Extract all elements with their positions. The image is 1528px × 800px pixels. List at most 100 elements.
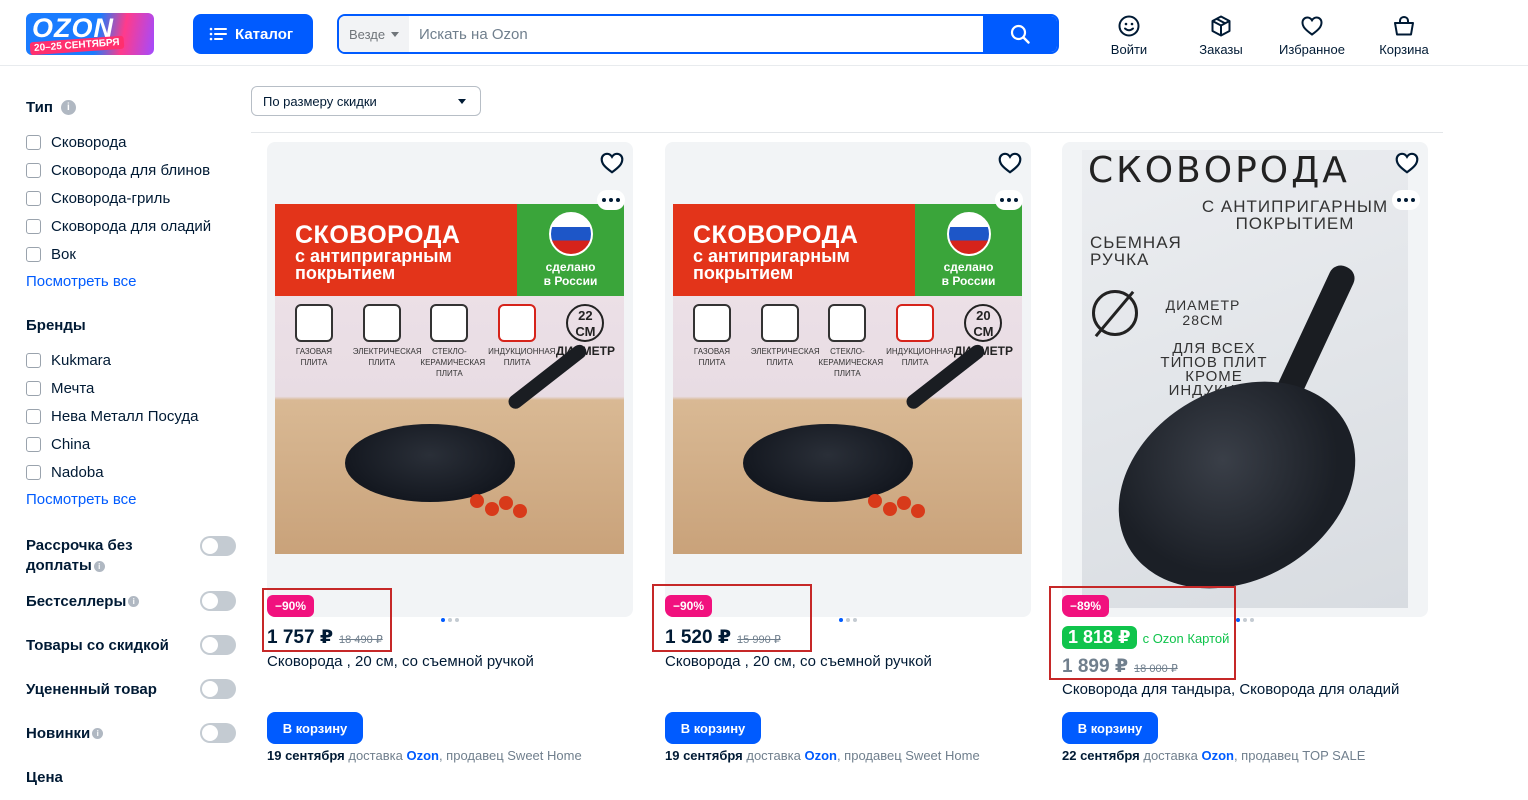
highlight-box — [1049, 586, 1236, 680]
price-title-label: Цена — [26, 768, 63, 786]
delivery-date: 22 сентября — [1062, 748, 1140, 763]
checkbox[interactable] — [26, 246, 41, 262]
stove-label: СТЕКЛО-КЕРАМИЧЕСКАЯ ПЛИТА — [818, 347, 884, 378]
image-title: СКОВОРОДА — [295, 221, 461, 249]
info-icon[interactable]: i — [60, 99, 76, 115]
toggle-new[interactable]: Новинки i — [26, 722, 236, 744]
toggle-switch[interactable] — [200, 591, 236, 611]
toggle-bestsellers[interactable]: Бестселлеры i — [26, 590, 236, 612]
made-in-russia-badge: сделано в России — [915, 204, 1022, 296]
diameter-number: 20 — [976, 308, 991, 323]
filter-label: Kukmara — [51, 351, 112, 369]
image-title: СКОВОРОДА — [1088, 150, 1350, 191]
seller[interactable]: , продавец Sweet Home — [439, 748, 582, 763]
image-banner: СКОВОРОДА с антипригарным покрытием — [673, 204, 915, 296]
checkbox[interactable] — [26, 162, 41, 178]
search-button[interactable] — [983, 16, 1057, 52]
image-handle-text: СЬЕМНАЯ РУЧКА — [1090, 233, 1182, 269]
orders-label: Заказы — [1199, 42, 1243, 57]
delivery-service[interactable]: Ozon — [804, 748, 837, 763]
toggle-switch[interactable] — [200, 536, 236, 556]
add-to-cart-button[interactable]: В корзину — [665, 712, 761, 744]
login-label: Войти — [1110, 42, 1148, 57]
filter-checkbox-row[interactable]: Сковорода для блинов — [26, 156, 236, 184]
delivery-service[interactable]: Ozon — [1201, 748, 1234, 763]
seller[interactable]: , продавец Sweet Home — [837, 748, 980, 763]
toggle-switch[interactable] — [200, 723, 236, 743]
product-name[interactable]: Сковорода для тандыра, Сковорода для ола… — [1062, 681, 1399, 698]
header-favorites[interactable]: Избранное — [1272, 14, 1352, 57]
filter-checkbox-row[interactable]: Нева Металл Посуда — [26, 402, 236, 430]
search-input[interactable] — [409, 16, 985, 52]
checkbox[interactable] — [26, 464, 41, 480]
header-login[interactable]: Войти — [1089, 14, 1169, 57]
toggle-markdown[interactable]: Уцененный товар — [26, 678, 236, 700]
made-label: в России — [941, 274, 996, 288]
search-scope-select[interactable]: Везде — [339, 16, 409, 52]
heart-icon[interactable] — [599, 150, 625, 176]
delivery-text: доставка — [348, 748, 403, 763]
more-options-icon[interactable] — [1392, 190, 1420, 210]
product-photo: СКОВОРОДА с антипригарным покрытием сдел… — [673, 204, 1022, 554]
checkbox[interactable] — [26, 408, 41, 424]
gas-stove-icon: ГАЗОВАЯ ПЛИТА — [285, 304, 343, 379]
info-icon[interactable]: i — [93, 560, 105, 572]
filter-label: Nadoba — [51, 463, 104, 481]
heart-icon[interactable] — [1394, 150, 1420, 176]
toggle-installment[interactable]: Рассрочка без доплаты i — [26, 536, 236, 576]
toggle-discounted[interactable]: Товары со скидкой — [26, 634, 236, 656]
filter-checkbox-row[interactable]: Сковорода для оладий — [26, 212, 236, 240]
header-orders[interactable]: Заказы — [1181, 14, 1261, 57]
checkbox[interactable] — [26, 190, 41, 206]
chevron-down-icon — [458, 99, 466, 104]
add-to-cart-button[interactable]: В корзину — [267, 712, 363, 744]
product-name[interactable]: Сковорода , 20 см, со съемной ручкой — [267, 653, 534, 670]
product-image[interactable]: СКОВОРОДА С АНТИПРИГАРНЫМ ПОКРЫТИЕМ СЬЕМ… — [1062, 142, 1428, 617]
sort-select[interactable]: По размеру скидки — [251, 86, 481, 116]
checkbox[interactable] — [26, 134, 41, 150]
filter-checkbox-row[interactable]: Сковорода-гриль — [26, 184, 236, 212]
toggle-label: Новинки i — [26, 725, 104, 742]
toggle-switch[interactable] — [200, 679, 236, 699]
ozon-logo[interactable]: OZON 20–25 СЕНТЯБРЯ — [26, 13, 154, 55]
filter-checkbox-row[interactable]: Вок — [26, 240, 236, 268]
highlight-box — [262, 588, 392, 652]
filter-label: Нева Металл Посуда — [51, 407, 199, 425]
add-to-cart-button[interactable]: В корзину — [1062, 712, 1158, 744]
info-icon[interactable]: i — [128, 596, 140, 608]
heart-icon[interactable] — [997, 150, 1023, 176]
checkbox[interactable] — [26, 380, 41, 396]
toggle-label: Товары со скидкой — [26, 636, 169, 654]
product-image[interactable]: СКОВОРОДА с антипригарным покрытием сдел… — [267, 142, 633, 617]
delivery-info: 22 сентября доставка Ozon, продавец TOP … — [1062, 748, 1365, 763]
checkbox[interactable] — [26, 436, 41, 452]
checkbox[interactable] — [26, 218, 41, 234]
toggle-switch[interactable] — [200, 635, 236, 655]
electric-stove-icon: ЭЛЕКТРИЧЕСКАЯ ПЛИТА — [353, 304, 422, 379]
header-cart[interactable]: Корзина — [1364, 14, 1444, 57]
price-filter-title: Цена — [26, 766, 236, 788]
tomato — [897, 496, 911, 510]
seller[interactable]: , продавец TOP SALE — [1234, 748, 1365, 763]
checkbox[interactable] — [26, 352, 41, 368]
filter-checkbox-row[interactable]: Kukmara — [26, 346, 236, 374]
delivery-date: 19 сентября — [665, 748, 743, 763]
filter-checkbox-row[interactable]: Nadoba — [26, 458, 236, 486]
filter-checkbox-row[interactable]: Сковорода — [26, 128, 236, 156]
image-subtitle: покрытием — [693, 263, 794, 283]
see-all-brands-link[interactable]: Посмотреть все — [26, 486, 236, 514]
catalog-label: Каталог — [235, 25, 294, 43]
filter-checkbox-row[interactable]: Мечта — [26, 374, 236, 402]
product-name[interactable]: Сковорода , 20 см, со съемной ручкой — [665, 653, 932, 670]
catalog-button[interactable]: Каталог — [193, 14, 313, 54]
more-options-icon[interactable] — [995, 190, 1023, 210]
delivery-service[interactable]: Ozon — [406, 748, 439, 763]
info-icon[interactable]: i — [92, 728, 104, 740]
see-all-types-link[interactable]: Посмотреть все — [26, 268, 236, 296]
ceramic-stove-icon: СТЕКЛО-КЕРАМИЧЕСКАЯ ПЛИТА — [818, 304, 883, 379]
electric-stove-icon: ЭЛЕКТРИЧЕСКАЯ ПЛИТА — [751, 304, 820, 379]
delivery-info: 19 сентября доставка Ozon, продавец Swee… — [267, 748, 582, 763]
more-options-icon[interactable] — [597, 190, 625, 210]
filter-checkbox-row[interactable]: China — [26, 430, 236, 458]
product-image[interactable]: СКОВОРОДА с антипригарным покрытием сдел… — [665, 142, 1031, 617]
